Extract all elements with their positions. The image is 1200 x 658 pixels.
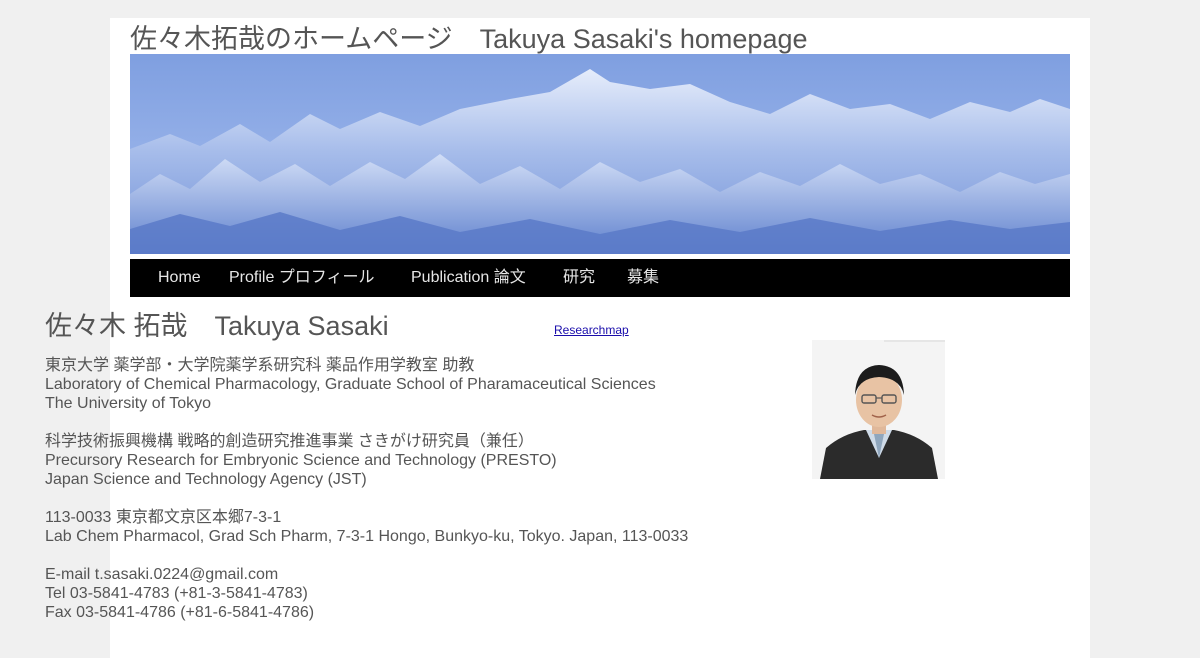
affiliation-line: The University of Tokyo <box>45 395 211 412</box>
nav-profile[interactable]: Profile プロフィール <box>229 259 374 297</box>
person-name: 佐々木 拓哉 Takuya Sasaki <box>45 311 389 341</box>
nav-research[interactable]: 研究 <box>563 259 595 297</box>
nav-publication[interactable]: Publication 論文 <box>411 259 526 297</box>
fax-line: Fax 03-5841-4786 (+81-6-5841-4786) <box>45 604 315 621</box>
nav-recruitment[interactable]: 募集 <box>627 259 659 297</box>
address-line: Lab Chem Pharmacol, Grad Sch Pharm, 7-3-… <box>45 528 689 545</box>
phone-line: Tel 03-5841-4783 (+81-3-5841-4783) <box>45 585 308 602</box>
presto-line: Precursory Research for Embryonic Scienc… <box>45 452 557 469</box>
presto-line: 科学技術振興機構 戦略的創造研究推進事業 さきがけ研究員（兼任） <box>45 433 534 450</box>
presto-line: Japan Science and Technology Agency (JST… <box>45 471 367 488</box>
address-line: 113-0033 東京都文京区本郷7-3-1 <box>45 509 282 526</box>
email-line: E-mail t.sasaki.0224@gmail.com <box>45 566 279 583</box>
researchmap-link[interactable]: Researchmap <box>554 323 629 337</box>
header-banner-image <box>130 54 1070 254</box>
site-title: 佐々木拓哉のホームページ Takuya Sasaki's homepage <box>130 24 808 54</box>
nav-home[interactable]: Home <box>158 259 201 297</box>
main-navigation: Home Profile プロフィール Publication 論文 研究 募集 <box>130 259 1070 297</box>
affiliation-line: Laboratory of Chemical Pharmacology, Gra… <box>45 376 656 393</box>
affiliation-line: 東京大学 薬学部・大学院薬学系研究科 薬品作用学教室 助教 <box>45 357 475 374</box>
profile-info: 東京大学 薬学部・大学院薬学系研究科 薬品作用学教室 助教 Laboratory… <box>45 356 688 622</box>
profile-photo <box>812 340 945 479</box>
